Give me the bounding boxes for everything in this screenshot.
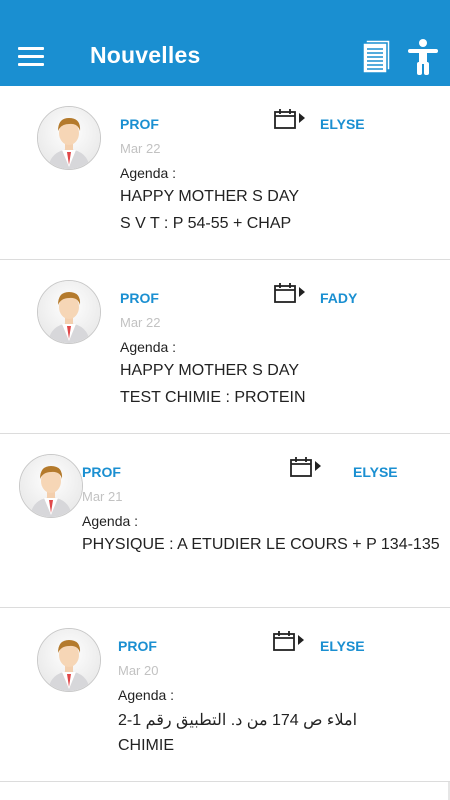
accessibility-person-icon[interactable] (406, 38, 440, 81)
news-item[interactable]: PROF ELYSE Mar 21 Agenda : PHYSIQUE : A ETU… (0, 434, 450, 608)
sender-role: PROF (82, 464, 121, 480)
sender-role: PROF (120, 116, 159, 132)
sender-name: ELYSE (320, 116, 365, 132)
hamburger-menu-icon[interactable] (18, 44, 46, 68)
app-header: Nouvelles (0, 0, 450, 86)
calendar-icon[interactable] (274, 108, 308, 135)
sender-role: PROF (120, 290, 159, 306)
avatar (37, 106, 101, 170)
news-item[interactable]: PROF ELYSE Mar 22 Agenda : HAPPY MOTHER S D… (0, 86, 450, 260)
news-date: Mar 22 (120, 141, 161, 156)
sender-name: ELYSE (320, 638, 365, 654)
calendar-icon[interactable] (273, 630, 307, 657)
agenda-line: HAPPY MOTHER S DAY (120, 362, 299, 379)
calendar-icon[interactable] (274, 282, 308, 309)
agenda-label: Agenda : (120, 339, 177, 355)
avatar (19, 454, 83, 518)
agenda-line: املاء ص 174 من د. التطبيق رقم 1-2 (118, 712, 358, 729)
agenda-line: TEST CHIMIE : PROTEIN (120, 389, 306, 406)
agenda-line: S V T : P 54-55 + CHAP (120, 215, 292, 232)
news-date: Mar 20 (118, 663, 159, 678)
news-date: Mar 21 (82, 489, 123, 504)
page-title: Nouvelles (90, 42, 201, 68)
sender-name: ELYSE (353, 464, 398, 480)
agenda-label: Agenda : (118, 687, 175, 703)
avatar (37, 280, 101, 344)
sender-name: FADY (320, 290, 358, 306)
notes-document-icon[interactable] (360, 38, 394, 79)
agenda-label: Agenda : (82, 513, 139, 529)
sender-role: PROF (118, 638, 157, 654)
agenda-line: PHYSIQUE : A ETUDIER LE COURS + P 134-13… (82, 536, 440, 553)
agenda-line: CHIMIE (118, 737, 174, 754)
agenda-line: HAPPY MOTHER S DAY (120, 188, 299, 205)
calendar-icon[interactable] (290, 456, 324, 483)
avatar (37, 628, 101, 692)
news-list[interactable]: PROF ELYSE Mar 22 Agenda : HAPPY MOTHER S D… (0, 86, 450, 782)
news-date: Mar 22 (120, 315, 161, 330)
news-item[interactable]: PROF FADY Mar 22 Agenda : HAPPY MOTHER S DA… (0, 260, 450, 434)
agenda-label: Agenda : (120, 165, 177, 181)
news-item[interactable]: PROF ELYSE Mar 20 Agenda : املاء ص 174 من د… (0, 608, 450, 782)
